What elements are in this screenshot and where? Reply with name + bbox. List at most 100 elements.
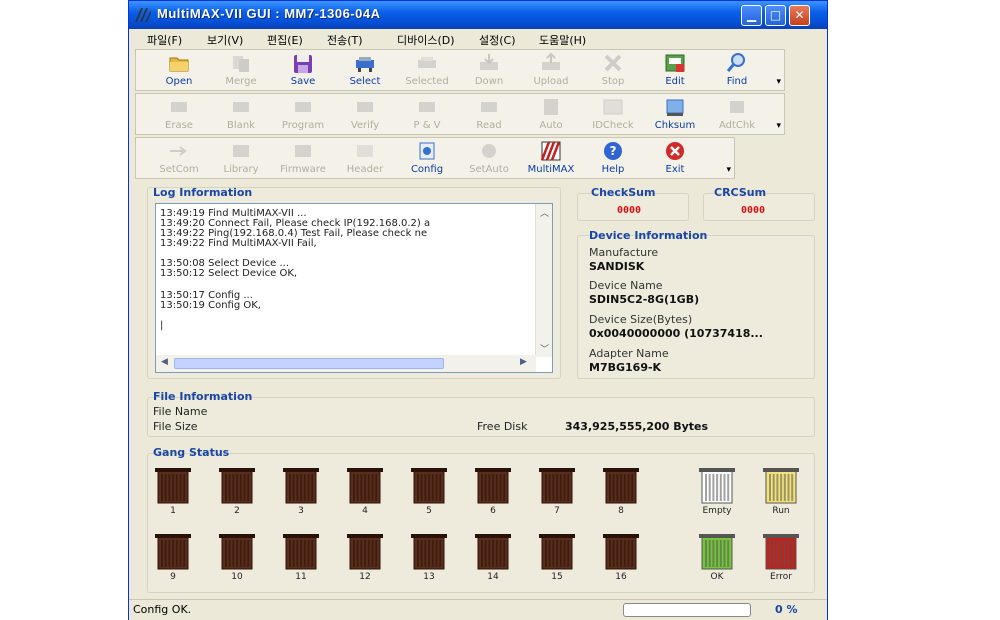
selected-icon: [418, 57, 436, 68]
setauto-button[interactable]: SetAuto: [462, 140, 516, 178]
close-icon: ✕: [794, 8, 805, 22]
upload-button[interactable]: Upload: [524, 52, 578, 90]
gang-socket-3[interactable]: 3: [281, 467, 321, 517]
menu-file[interactable]: 파일(F): [147, 32, 182, 48]
exit-button[interactable]: Exit: [648, 140, 702, 178]
gang-socket-11[interactable]: 11: [281, 533, 321, 583]
socket-icon: [155, 468, 191, 504]
read-button[interactable]: Read: [462, 96, 516, 134]
socket-icon: [347, 534, 383, 570]
scroll-down-icon[interactable]: ﹀: [540, 342, 549, 355]
menu-edit[interactable]: 편집(E): [267, 32, 303, 48]
socket-number: 8: [618, 506, 624, 516]
menu-settings[interactable]: 설정(C): [479, 32, 516, 48]
auto-button[interactable]: Auto: [524, 96, 578, 134]
setcom-button[interactable]: SetCom: [152, 140, 206, 178]
legend-label: Error: [770, 572, 792, 582]
menu-help[interactable]: 도움말(H): [539, 32, 586, 48]
socket-icon: [699, 468, 735, 504]
socket-icon: [411, 468, 447, 504]
manufacture-value: SANDISK: [589, 260, 645, 273]
app-icon: [135, 8, 151, 22]
gang-socket-13[interactable]: 13: [409, 533, 449, 583]
header-button[interactable]: Header: [338, 140, 392, 178]
edit-button[interactable]: Edit: [648, 52, 702, 90]
toolbar-overflow-icon[interactable]: ▾: [776, 77, 781, 87]
open-button[interactable]: Open: [152, 52, 206, 90]
device-name-value: SDIN5C2-8G(1GB): [589, 293, 700, 306]
legend-label: Run: [772, 506, 790, 516]
title-bar[interactable]: MultiMAX-VII GUI : MM7-1306-04A ▁ □ ✕: [129, 1, 827, 29]
gang-socket-9[interactable]: 9: [153, 533, 193, 583]
toolbar-overflow-icon[interactable]: ▾: [776, 121, 781, 131]
gang-socket-7[interactable]: 7: [537, 467, 577, 517]
log-line: 13:50:12 Select Device OK,: [160, 268, 298, 279]
program-button[interactable]: Program: [276, 96, 330, 134]
menu-bar: 파일(F) 보기(V) 편집(E) 전송(T) 디바이스(D) 설정(C) 도움…: [129, 29, 827, 49]
gang-socket-12[interactable]: 12: [345, 533, 385, 583]
config-button[interactable]: Config: [400, 140, 454, 178]
close-button[interactable]: ✕: [789, 5, 810, 26]
gang-socket-10[interactable]: 10: [217, 533, 257, 583]
gang-socket-15[interactable]: 15: [537, 533, 577, 583]
toolbar-overflow-icon[interactable]: ▾: [726, 165, 731, 175]
menu-view[interactable]: 보기(V): [207, 32, 243, 48]
gang-socket-14[interactable]: 14: [473, 533, 513, 583]
selected-button[interactable]: Selected: [400, 52, 454, 90]
idcheck-button[interactable]: IDCheck: [586, 96, 640, 134]
adapter-name-value: M7BG169-K: [589, 361, 662, 374]
verify-button[interactable]: Verify: [338, 96, 392, 134]
minimize-button[interactable]: ▁: [741, 5, 762, 26]
checksum-value: 0000: [617, 205, 642, 216]
stop-button[interactable]: Stop: [586, 52, 640, 90]
legend-label: Empty: [702, 506, 732, 516]
blank-button[interactable]: Blank: [214, 96, 268, 134]
magnifier-icon: [726, 53, 745, 72]
socket-icon: [763, 468, 799, 504]
multimax-button[interactable]: MultiMAX: [524, 140, 578, 178]
gang-socket-5[interactable]: 5: [409, 467, 449, 517]
free-disk-label: Free Disk: [477, 420, 528, 433]
merge-button[interactable]: Merge: [214, 52, 268, 90]
erase-button[interactable]: Erase: [152, 96, 206, 134]
gang-socket-1[interactable]: 1: [153, 467, 193, 517]
scroll-up-icon[interactable]: ︿: [540, 206, 549, 219]
save-button[interactable]: Save: [276, 52, 330, 90]
program-verify-button[interactable]: P & V: [400, 96, 454, 134]
toolbar-device-ops: Erase Blank Program Verify P & V Read Au…: [135, 93, 785, 135]
socket-number: 11: [295, 572, 307, 582]
socket-icon: [763, 534, 799, 570]
gang-socket-2[interactable]: 2: [217, 467, 257, 517]
find-button[interactable]: Find: [710, 52, 764, 90]
gang-socket-6[interactable]: 6: [473, 467, 513, 517]
folder-icon: [169, 57, 189, 72]
library-button[interactable]: Library: [214, 140, 268, 178]
socket-icon: [411, 534, 447, 570]
log-horizontal-scrollbar[interactable]: ◀ ▶: [156, 355, 536, 372]
help-button[interactable]: ? Help: [586, 140, 640, 178]
scroll-left-icon[interactable]: ◀: [161, 357, 168, 367]
gang-socket-16[interactable]: 16: [601, 533, 641, 583]
gang-socket-8[interactable]: 8: [601, 467, 641, 517]
blank-icon: [233, 102, 249, 112]
menu-device[interactable]: 디바이스(D): [397, 32, 455, 48]
maximize-button[interactable]: □: [765, 5, 786, 26]
chksum-button[interactable]: Chksum: [648, 96, 702, 134]
upload-icon: [542, 52, 560, 70]
socket-icon: [603, 534, 639, 570]
socket-number: 16: [615, 572, 627, 582]
log-vertical-scrollbar[interactable]: ︿ ﹀: [535, 204, 552, 357]
config-icon: [419, 142, 435, 160]
gang-title: Gang Status: [153, 446, 230, 459]
firmware-button[interactable]: Firmware: [276, 140, 330, 178]
select-button[interactable]: Select: [338, 52, 392, 90]
scroll-right-icon[interactable]: ▶: [520, 357, 527, 367]
menu-transfer[interactable]: 전송(T): [327, 32, 363, 48]
socket-icon: [219, 534, 255, 570]
gang-socket-4[interactable]: 4: [345, 467, 385, 517]
down-button[interactable]: Down: [462, 52, 516, 90]
log-textbox[interactable]: 13:49:19 Find MultiMAX-VII ... 13:49:20 …: [155, 203, 553, 373]
device-size-value: 0x0040000000 (10737418...: [589, 327, 763, 340]
scroll-thumb[interactable]: [174, 358, 444, 369]
adtchk-button[interactable]: AdtChk: [710, 96, 764, 134]
